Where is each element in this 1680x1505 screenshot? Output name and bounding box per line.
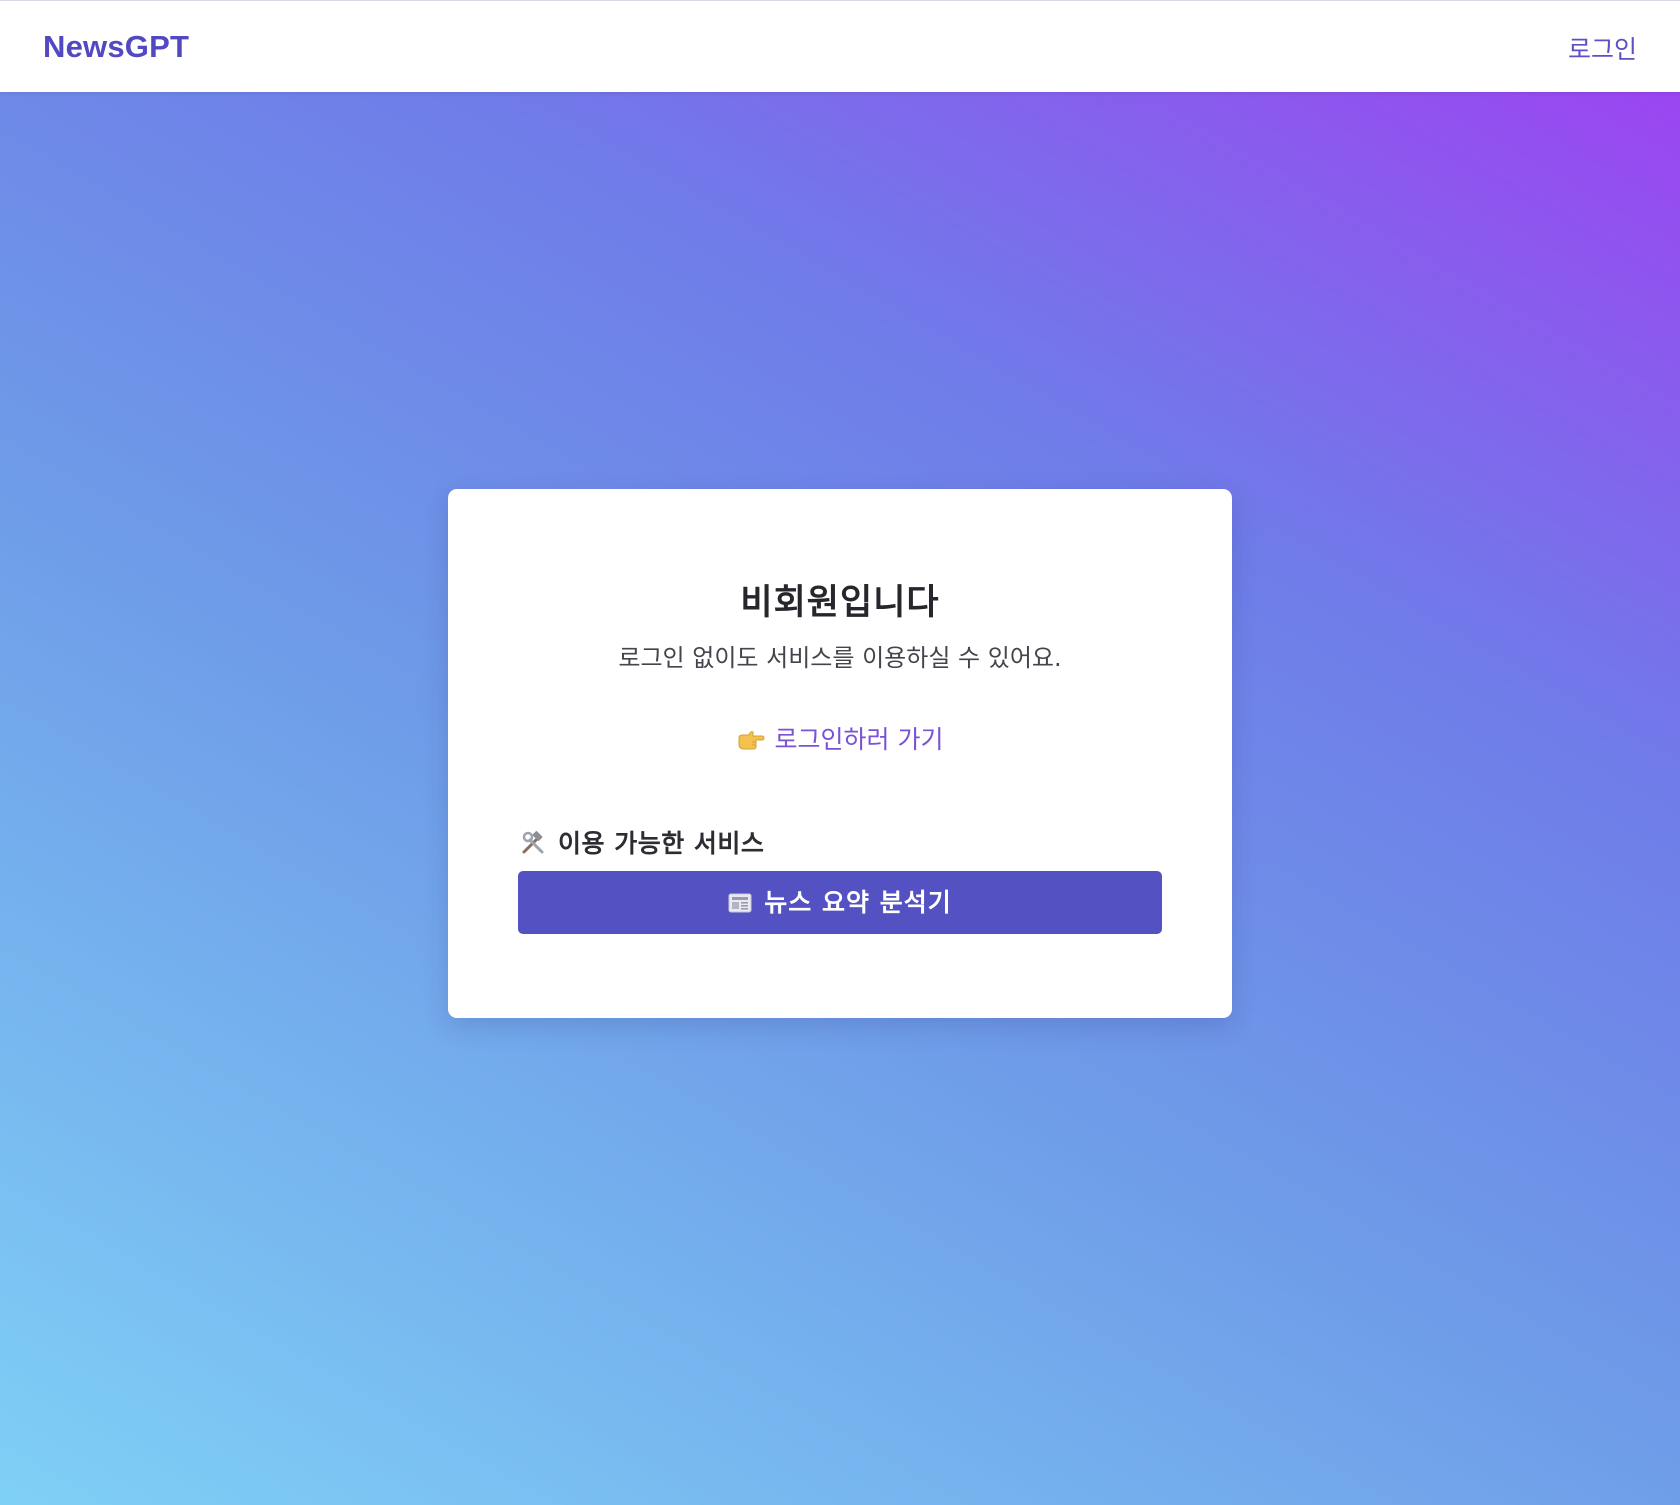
- hammer-wrench-icon: [520, 830, 546, 856]
- services-heading: 이용 가능한 서비스: [520, 824, 764, 860]
- services-heading-label: 이용 가능한 서비스: [558, 829, 765, 858]
- nav-login-link[interactable]: 로그인: [1568, 30, 1637, 66]
- news-summary-analyzer-button[interactable]: 뉴스 요약 분석기: [518, 871, 1162, 934]
- page-title: 비회원입니다: [740, 583, 940, 623]
- news-summary-analyzer-label: 뉴스 요약 분석기: [764, 888, 952, 917]
- pointing-hand-icon: [737, 728, 765, 750]
- newspaper-icon: [728, 873, 752, 913]
- top-navbar: NewsGPT 로그인: [0, 0, 1680, 92]
- go-to-login-link[interactable]: 로그인하러 가기: [0, 720, 1680, 756]
- brand-logo[interactable]: NewsGPT: [43, 29, 189, 65]
- go-to-login-label: 로그인하러 가기: [774, 725, 944, 754]
- guest-subtitle: 로그인 없이도 서비스를 이용하실 수 있어요.: [618, 644, 1062, 672]
